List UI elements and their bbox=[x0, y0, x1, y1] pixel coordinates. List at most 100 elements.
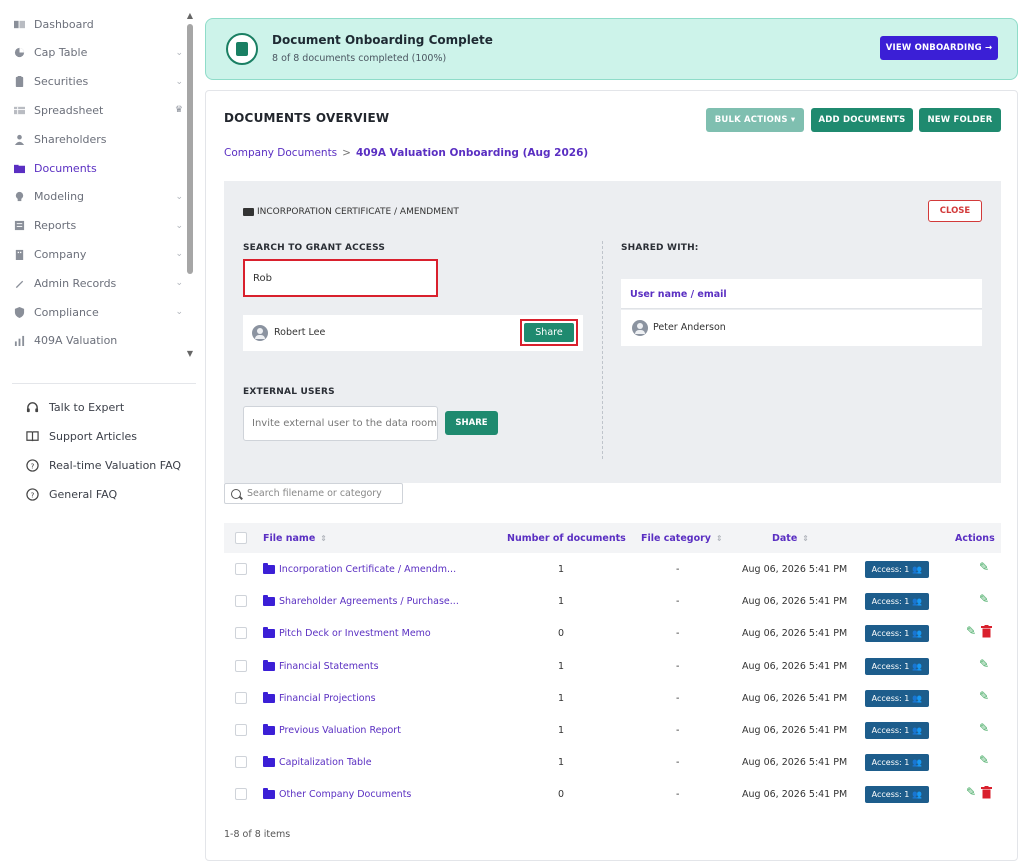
sidebar-item-admin-records[interactable]: Admin Records ⌄ bbox=[12, 272, 187, 294]
column-file-category[interactable]: File category ⇕ bbox=[641, 533, 723, 544]
help-link-general-faq[interactable]: ? General FAQ bbox=[25, 484, 117, 504]
file-search-placeholder: Search filename or category bbox=[247, 488, 382, 499]
sidebar-item-modeling[interactable]: Modeling ⌄ bbox=[12, 186, 187, 208]
column-actions: Actions bbox=[955, 533, 995, 544]
sidebar-scrollbar[interactable]: ▲ ▼ bbox=[186, 12, 194, 362]
external-share-button[interactable]: SHARE bbox=[445, 411, 498, 435]
sidebar: Dashboard Cap Table ⌄ Securities ⌄ Spreadshee… bbox=[0, 0, 200, 867]
bulk-actions-button[interactable]: BULK ACTIONS ▾ bbox=[706, 108, 804, 132]
file-name-link[interactable]: Capitalization Table bbox=[263, 756, 372, 768]
breadcrumb-root-link[interactable]: Company Documents bbox=[224, 147, 337, 159]
sidebar-divider bbox=[12, 383, 196, 384]
scroll-down-arrow-icon[interactable]: ▼ bbox=[186, 350, 194, 358]
sidebar-item-company[interactable]: Company ⌄ bbox=[12, 243, 187, 265]
panel-divider bbox=[602, 241, 603, 459]
row-checkbox[interactable] bbox=[235, 659, 247, 672]
file-name-link[interactable]: Financial Projections bbox=[263, 691, 376, 704]
sidebar-item-reports[interactable]: Reports ⌄ bbox=[12, 215, 187, 237]
pagination-count: 1-8 of 8 items bbox=[224, 829, 291, 840]
folder-icon bbox=[263, 724, 275, 735]
svg-text:?: ? bbox=[30, 461, 34, 470]
edit-icon[interactable]: ✎ bbox=[979, 593, 992, 606]
sidebar-item-409a-valuation[interactable]: 409A Valuation bbox=[12, 330, 187, 352]
scroll-thumb[interactable] bbox=[187, 24, 193, 274]
edit-icon[interactable]: ✎ bbox=[979, 657, 992, 671]
access-badge[interactable]: Access: 1 👥 bbox=[865, 722, 929, 739]
file-name-link[interactable]: Shareholder Agreements / Purchase... bbox=[263, 595, 459, 607]
external-user-input[interactable]: Invite external user to the data room bbox=[243, 406, 438, 441]
document-count: 1 bbox=[558, 564, 565, 575]
row-checkbox[interactable] bbox=[235, 563, 247, 575]
file-category: - bbox=[676, 628, 680, 640]
sort-icon[interactable]: ⇕ bbox=[716, 534, 723, 543]
select-all-checkbox[interactable] bbox=[235, 532, 247, 544]
sidebar-item-spreadsheet[interactable]: Spreadsheet ♛ bbox=[12, 99, 187, 121]
help-link-support-articles[interactable]: Support Articles bbox=[25, 426, 137, 446]
breadcrumb: Company Documents >409A Valuation Onboard… bbox=[224, 147, 588, 159]
users-icon: 👥 bbox=[912, 629, 923, 639]
close-button[interactable]: CLOSE bbox=[928, 200, 982, 222]
access-badge[interactable]: Access: 1 👥 bbox=[865, 657, 929, 675]
edit-icon[interactable]: ✎ bbox=[979, 561, 992, 574]
grant-access-search-input[interactable]: Rob bbox=[243, 259, 438, 297]
view-onboarding-button[interactable]: VIEW ONBOARDING → bbox=[880, 36, 998, 60]
chevron-down-icon: ⌄ bbox=[175, 76, 183, 87]
sidebar-item-securities[interactable]: Securities ⌄ bbox=[12, 71, 187, 93]
sort-icon[interactable]: ⇕ bbox=[320, 534, 327, 543]
column-file-name[interactable]: File name ⇕ bbox=[263, 533, 327, 544]
edit-icon[interactable]: ✎ bbox=[966, 625, 979, 638]
access-badge[interactable]: Access: 1 👥 bbox=[865, 593, 929, 611]
sort-icon[interactable]: ⇕ bbox=[802, 534, 809, 543]
row-checkbox[interactable] bbox=[235, 724, 247, 736]
search-access-label: SEARCH TO GRANT ACCESS bbox=[243, 243, 386, 253]
help-link-talk-to-expert[interactable]: Talk to Expert bbox=[25, 397, 124, 417]
file-name-link[interactable]: Previous Valuation Report bbox=[263, 724, 401, 736]
edit-icon[interactable]: ✎ bbox=[979, 754, 992, 767]
edit-icon[interactable]: ✎ bbox=[979, 722, 992, 735]
help-link-real-time-valuation-faq[interactable]: ? Real-time Valuation FAQ bbox=[25, 455, 181, 475]
file-name-link[interactable]: Financial Statements bbox=[263, 659, 379, 672]
document-check-icon bbox=[226, 33, 258, 65]
user-avatar-icon bbox=[632, 320, 648, 336]
trash-icon[interactable] bbox=[981, 786, 992, 799]
sidebar-item-documents[interactable]: Documents bbox=[12, 157, 187, 179]
add-documents-button[interactable]: ADD DOCUMENTS bbox=[811, 108, 913, 132]
question-icon: ? bbox=[25, 487, 39, 501]
sidebar-item-shareholders[interactable]: Shareholders bbox=[12, 128, 187, 150]
sidebar-item-compliance[interactable]: Compliance ⌄ bbox=[12, 301, 187, 323]
row-checkbox[interactable] bbox=[235, 691, 247, 704]
access-badge[interactable]: Access: 1 👥 bbox=[865, 754, 929, 772]
sidebar-item-label: Dashboard bbox=[34, 17, 94, 31]
file-category: - bbox=[676, 660, 680, 672]
edit-icon[interactable]: ✎ bbox=[966, 786, 979, 799]
sidebar-nav: Dashboard Cap Table ⌄ Securities ⌄ Spreadshee… bbox=[0, 10, 198, 360]
access-badge[interactable]: Access: 1 👥 bbox=[865, 561, 929, 578]
file-date: Aug 06, 2026 5:41 PM bbox=[742, 660, 848, 672]
file-category: - bbox=[676, 725, 680, 736]
sidebar-item-cap-table[interactable]: Cap Table ⌄ bbox=[12, 42, 187, 64]
row-checkbox[interactable] bbox=[235, 595, 247, 608]
users-icon: 👥 bbox=[912, 597, 923, 607]
new-folder-button[interactable]: NEW FOLDER bbox=[919, 108, 1001, 132]
book-icon bbox=[25, 429, 39, 443]
file-name-link[interactable]: Incorporation Certificate / Amendm... bbox=[263, 563, 456, 575]
shared-user-name: Peter Anderson bbox=[653, 322, 726, 333]
access-badge[interactable]: Access: 1 👥 bbox=[865, 786, 929, 804]
file-name-link[interactable]: Other Company Documents bbox=[263, 788, 411, 800]
row-checkbox[interactable] bbox=[235, 756, 247, 769]
dashboard-icon bbox=[12, 17, 26, 31]
share-user-button[interactable]: Share bbox=[524, 323, 574, 342]
sidebar-item-label: Admin Records bbox=[34, 276, 117, 290]
edit-icon[interactable]: ✎ bbox=[979, 689, 992, 703]
sidebar-item-dashboard[interactable]: Dashboard bbox=[12, 13, 187, 35]
row-checkbox[interactable] bbox=[235, 627, 247, 640]
column-date[interactable]: Date ⇕ bbox=[772, 533, 809, 544]
access-badge[interactable]: Access: 1 👥 bbox=[865, 625, 929, 643]
file-search-input[interactable]: Search filename or category bbox=[224, 483, 403, 504]
shared-with-label: SHARED WITH: bbox=[621, 243, 699, 253]
file-name-link[interactable]: Pitch Deck or Investment Memo bbox=[263, 627, 431, 639]
access-badge[interactable]: Access: 1 👥 bbox=[865, 689, 929, 707]
trash-icon[interactable] bbox=[981, 625, 992, 638]
row-checkbox[interactable] bbox=[235, 788, 247, 801]
scroll-up-arrow-icon[interactable]: ▲ bbox=[186, 12, 194, 20]
